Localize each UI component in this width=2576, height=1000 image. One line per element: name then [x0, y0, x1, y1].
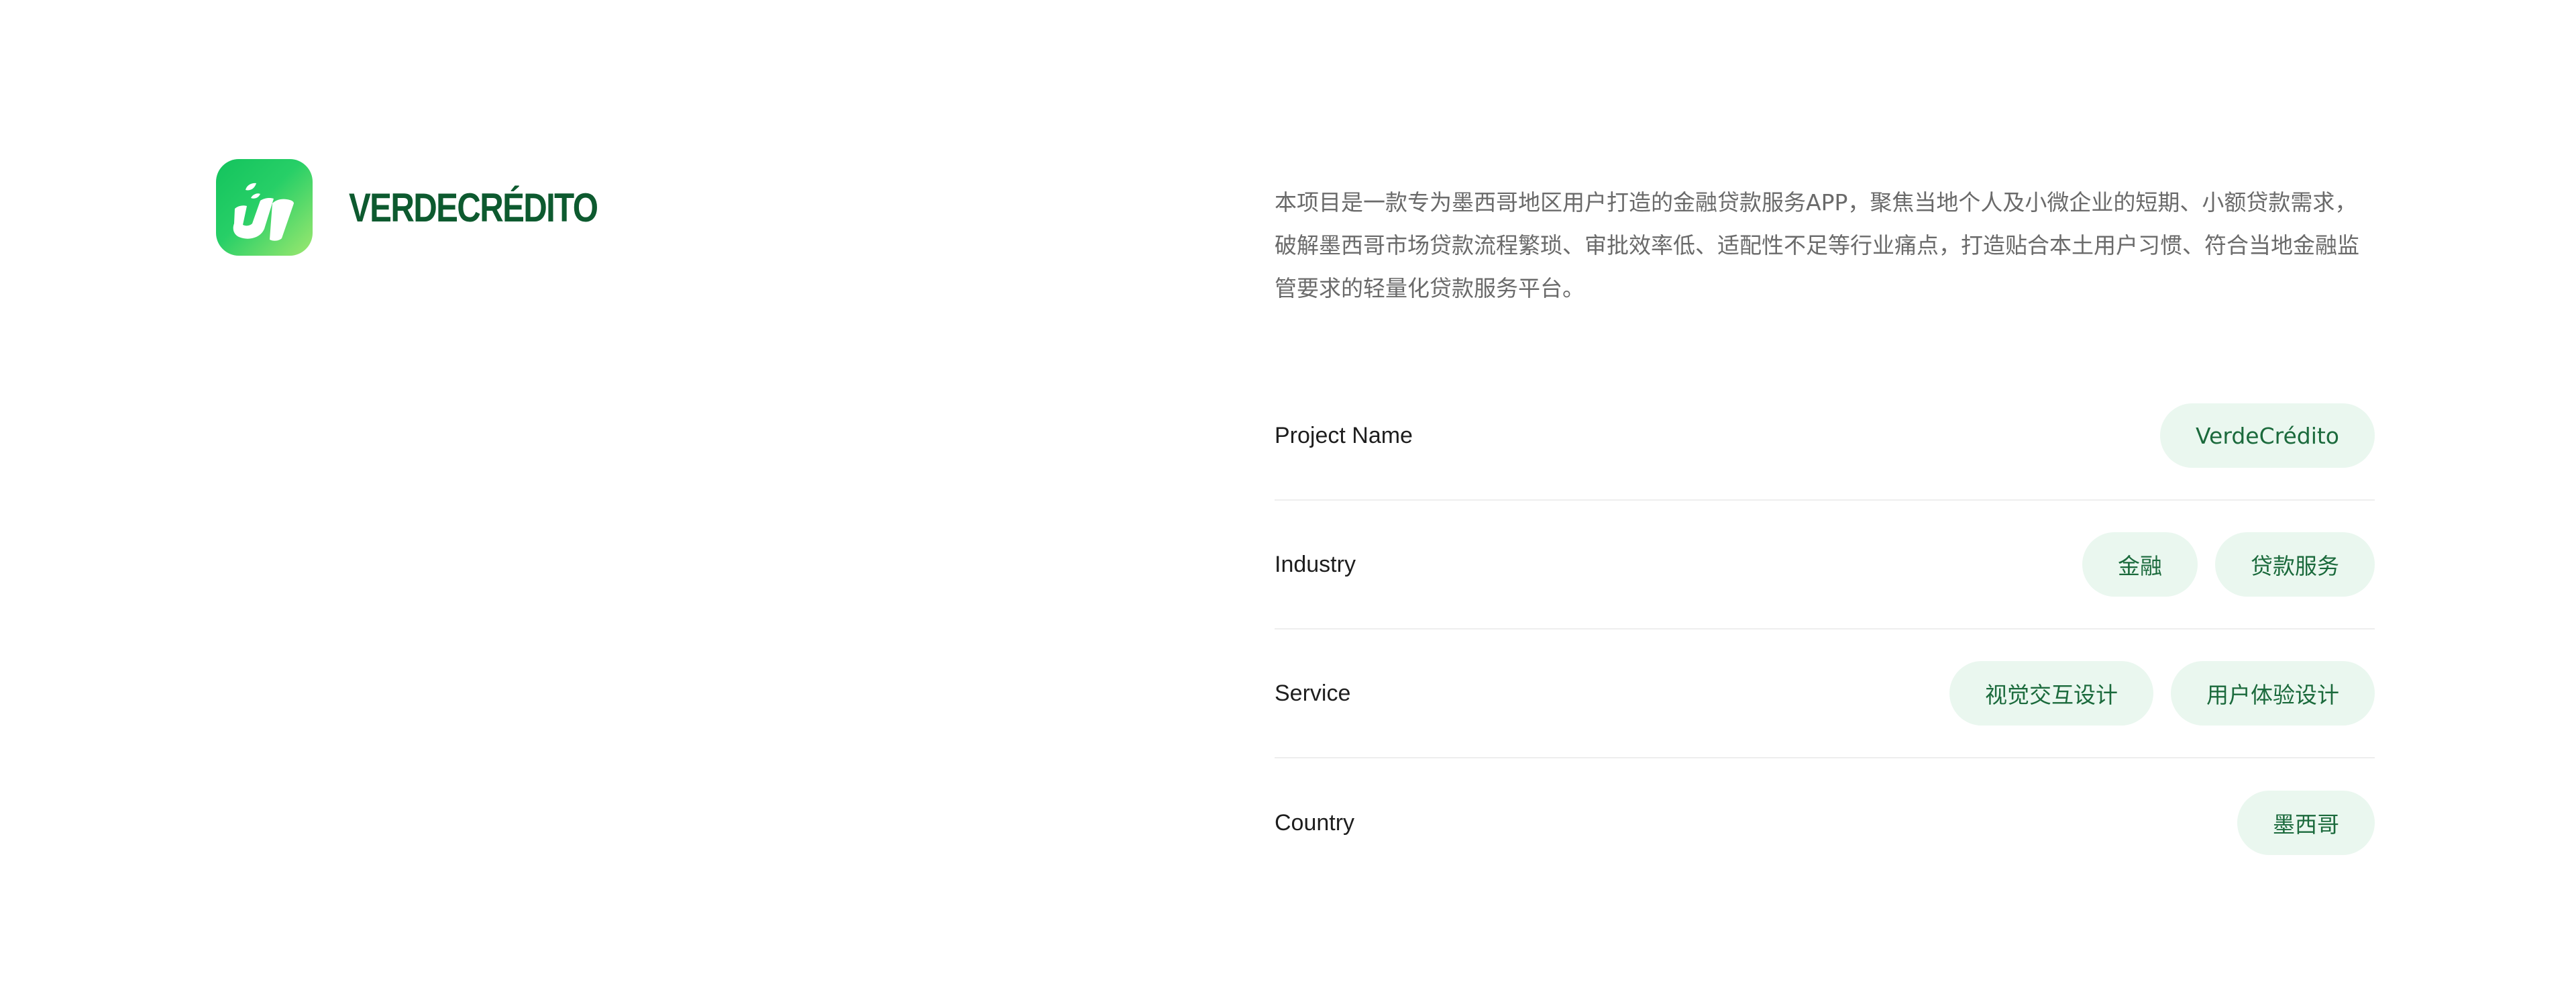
brand-name: VERDECRÉDITO [349, 185, 598, 230]
info-row-project-name: Project Name VerdeCrédito [1275, 372, 2375, 501]
tag-group: 金融 贷款服务 [2082, 532, 2375, 597]
row-label: Industry [1275, 551, 1356, 577]
app-logo-icon [216, 159, 313, 256]
tag-group: 墨西哥 [2237, 791, 2375, 855]
tag: 金融 [2082, 532, 2198, 597]
tag: 用户体验设计 [2171, 661, 2375, 726]
info-row-service: Service 视觉交互设计 用户体验设计 [1275, 630, 2375, 758]
row-label: Service [1275, 680, 1351, 706]
brand: VERDECRÉDITO [216, 159, 652, 256]
info-row-industry: Industry 金融 贷款服务 [1275, 501, 2375, 630]
tag: 墨西哥 [2237, 791, 2375, 855]
row-label: Country [1275, 809, 1355, 836]
tag-group: VerdeCrédito [2160, 403, 2375, 468]
project-description: 本项目是一款专为墨西哥地区用户打造的金融贷款服务APP，聚焦当地个人及小微企业的… [1275, 189, 2359, 301]
tag-group: 视觉交互设计 用户体验设计 [1949, 661, 2375, 726]
tag: VerdeCrédito [2160, 403, 2375, 468]
project-info-list: Project Name VerdeCrédito Industry 金融 贷款… [1275, 372, 2375, 887]
tag: 贷款服务 [2215, 532, 2375, 597]
info-row-country: Country 墨西哥 [1275, 758, 2375, 887]
row-label: Project Name [1275, 422, 1413, 448]
tag: 视觉交互设计 [1949, 661, 2153, 726]
